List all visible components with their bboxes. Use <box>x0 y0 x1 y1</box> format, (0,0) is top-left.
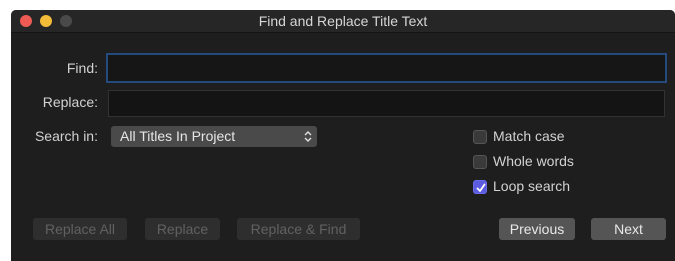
whole-words-label: Whole words <box>493 153 574 169</box>
match-case-label: Match case <box>493 128 565 144</box>
find-input[interactable] <box>106 53 667 83</box>
search-in-selected-value: All Titles In Project <box>120 128 236 144</box>
search-in-popup[interactable]: All Titles In Project <box>111 126 317 147</box>
replace-label: Replace: <box>42 94 98 110</box>
window-title: Find and Replace Title Text <box>258 13 428 29</box>
search-in-label: Search in: <box>34 128 98 144</box>
replace-all-button[interactable]: Replace All <box>33 218 127 240</box>
replace-and-find-button[interactable]: Replace & Find <box>237 218 360 240</box>
replace-button[interactable]: Replace <box>145 218 220 240</box>
replace-input[interactable] <box>108 90 665 117</box>
title-bar: Find and Replace Title Text <box>11 10 675 33</box>
find-label: Find: <box>66 60 98 76</box>
loop-search-label: Loop search <box>493 178 571 194</box>
loop-search-checkbox[interactable] <box>473 180 487 194</box>
checkmark-icon <box>476 183 486 192</box>
match-case-checkbox[interactable] <box>473 130 487 144</box>
up-down-chevron-icon <box>303 126 313 147</box>
previous-button[interactable]: Previous <box>499 218 575 240</box>
find-replace-window: Find and Replace Title Text Find: Replac… <box>11 10 675 261</box>
whole-words-checkbox[interactable] <box>473 155 487 169</box>
next-button[interactable]: Next <box>591 218 666 240</box>
